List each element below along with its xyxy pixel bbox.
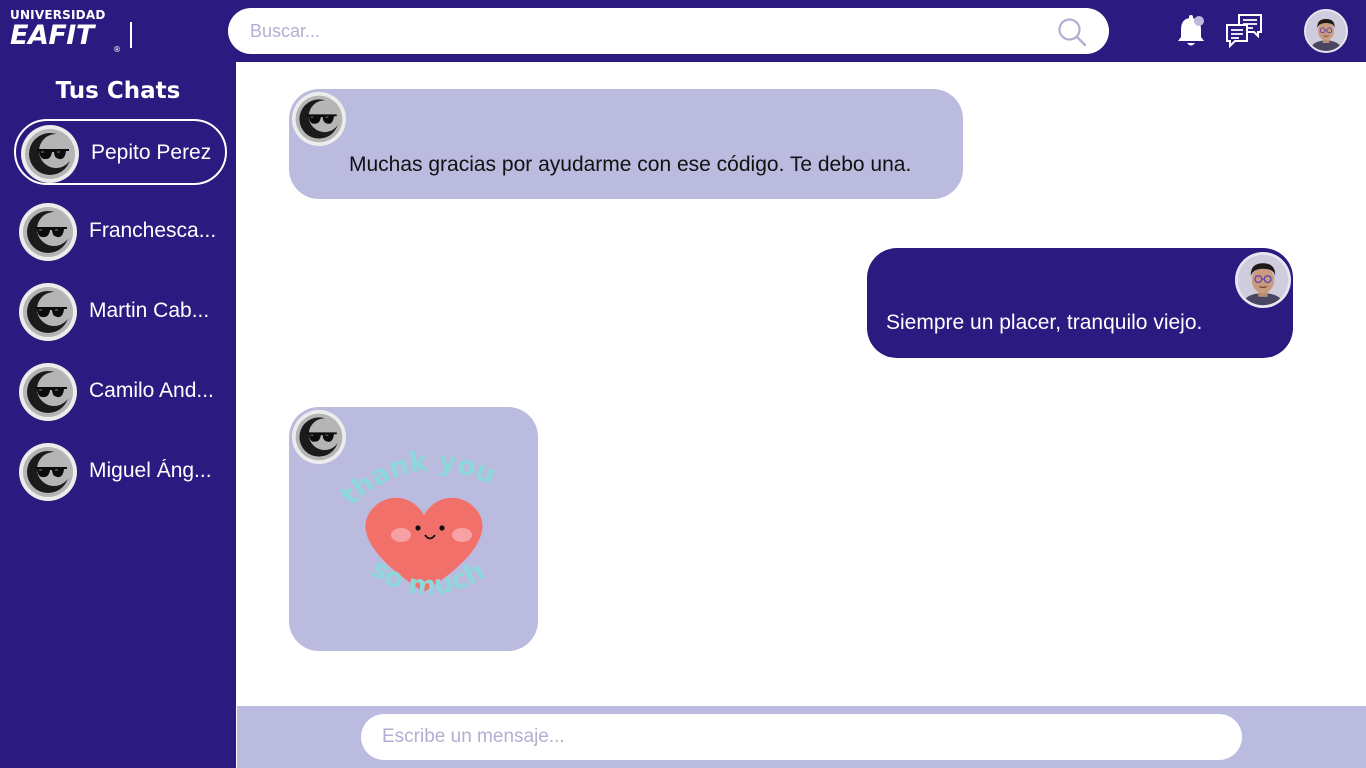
chat-item-name: Miguel Áng... [89, 459, 212, 482]
chat-item-franchesca[interactable]: Franchesca... [14, 199, 227, 265]
chat-item-name: Pepito Perez [91, 141, 212, 164]
eafit-logo[interactable]: UNIVERSIDAD EAFIT ® [10, 8, 134, 56]
chat-item-name: Martin Cab... [89, 299, 210, 322]
sender-avatar-icon [291, 91, 347, 147]
contact-avatar-icon [18, 362, 78, 422]
contact-avatar-icon [18, 282, 78, 342]
chat-item-camilo[interactable]: Camilo And... [14, 359, 227, 425]
conversation-area: Muchas gracias por ayudarme con ese códi… [237, 62, 1366, 706]
search-bar[interactable] [228, 8, 1109, 54]
chat-item-pepito-perez[interactable]: Pepito Perez [14, 119, 227, 185]
message-composer[interactable] [361, 714, 1242, 760]
search-icon[interactable] [1057, 17, 1087, 47]
chat-item-martin[interactable]: Martin Cab... [14, 279, 227, 345]
own-avatar-icon [1235, 252, 1291, 308]
message-bubble-sticker: thank you so much [289, 407, 538, 651]
contact-avatar-icon [18, 442, 78, 502]
message-bubble-incoming: Muchas gracias por ayudarme con ese códi… [289, 89, 963, 199]
message-text: Siempre un placer, tranquilo viejo. [886, 311, 1203, 334]
composer-bar [237, 706, 1366, 768]
notification-bell-icon[interactable] [1174, 13, 1208, 49]
user-photo-icon [1306, 11, 1346, 51]
message-bubble-outgoing: Siempre un placer, tranquilo viejo. [867, 248, 1293, 358]
chat-item-miguel[interactable]: Miguel Áng... [14, 439, 227, 505]
logo-registered-mark: ® [113, 45, 121, 54]
contact-avatar-icon [20, 124, 80, 184]
chat-bubbles-icon[interactable] [1225, 13, 1263, 49]
contact-avatar-icon [18, 202, 78, 262]
logo-line-eafit: EAFIT [10, 20, 94, 51]
search-input[interactable] [250, 8, 1050, 54]
chat-item-name: Franchesca... [89, 219, 217, 242]
chat-sidebar: Tus Chats Pepito Perez Franchesca... Mar… [0, 62, 236, 768]
logo-divider [130, 22, 132, 48]
sticker-text-top: thank you [335, 447, 500, 512]
message-input[interactable] [382, 714, 1222, 760]
thank-you-heart-sticker[interactable]: thank you so much [329, 447, 519, 637]
top-bar: UNIVERSIDAD EAFIT ® [0, 0, 1366, 62]
user-avatar[interactable] [1304, 9, 1348, 53]
chat-item-name: Camilo And... [89, 379, 214, 402]
sidebar-title: Tus Chats [55, 78, 181, 104]
message-text: Muchas gracias por ayudarme con ese códi… [349, 153, 912, 176]
